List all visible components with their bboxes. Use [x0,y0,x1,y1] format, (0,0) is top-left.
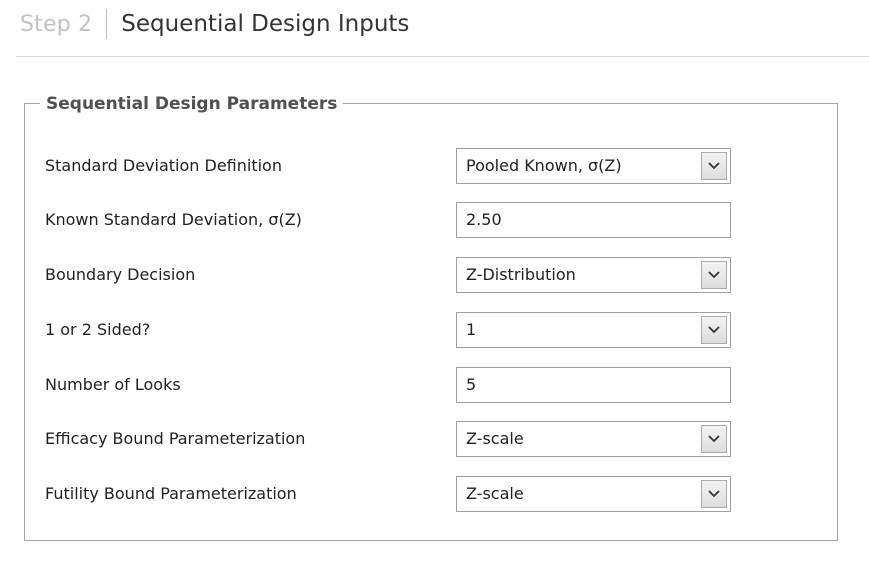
sides-dropdown[interactable]: 1 [456,312,731,348]
group-title: Sequential Design Parameters [40,93,344,115]
standard-deviation-definition-value: Pooled Known, σ(Z) [466,156,622,175]
boundary-decision-value: Z-Distribution [466,265,576,284]
boundary-decision-dropdown[interactable]: Z-Distribution [456,257,731,293]
step-indicator: Step 2 [20,11,93,37]
row-known-standard-deviation: Known Standard Deviation, σ(Z) 2.50 [45,202,735,238]
row-futility-bound-parameterization: Futility Bound Parameterization Z-scale [45,476,735,512]
row-number-of-looks: Number of Looks 5 [45,367,735,403]
efficacy-bound-parameterization-value: Z-scale [466,429,524,448]
row-boundary-decision: Boundary Decision Z-Distribution [45,257,735,293]
chevron-down-icon[interactable] [701,152,727,180]
chevron-down-icon[interactable] [701,316,727,344]
number-of-looks-label: Number of Looks [45,375,181,394]
standard-deviation-definition-dropdown[interactable]: Pooled Known, σ(Z) [456,148,731,184]
row-efficacy-bound-parameterization: Efficacy Bound Parameterization Z-scale [45,421,735,457]
row-sides: 1 or 2 Sided? 1 [45,312,735,348]
efficacy-bound-parameterization-label: Efficacy Bound Parameterization [45,429,306,448]
row-standard-deviation-definition: Standard Deviation Definition Pooled Kno… [45,148,735,184]
efficacy-bound-parameterization-dropdown[interactable]: Z-scale [456,421,731,457]
number-of-looks-value: 5 [466,375,477,394]
standard-deviation-definition-label: Standard Deviation Definition [45,156,282,175]
chevron-down-icon[interactable] [701,261,727,289]
header-divider [106,9,108,39]
page-header: Step 2 Sequential Design Inputs [20,6,409,42]
futility-bound-parameterization-label: Futility Bound Parameterization [45,484,297,503]
boundary-decision-label: Boundary Decision [45,265,196,284]
futility-bound-parameterization-value: Z-scale [466,484,524,503]
sides-value: 1 [466,320,477,339]
header-rule [16,56,869,57]
number-of-looks-input[interactable]: 5 [456,367,731,403]
chevron-down-icon[interactable] [701,480,727,508]
page-title: Sequential Design Inputs [121,11,410,37]
known-standard-deviation-label: Known Standard Deviation, σ(Z) [45,210,302,229]
known-standard-deviation-input[interactable]: 2.50 [456,202,731,238]
known-standard-deviation-value: 2.50 [466,210,502,229]
sides-label: 1 or 2 Sided? [45,320,151,339]
futility-bound-parameterization-dropdown[interactable]: Z-scale [456,476,731,512]
chevron-down-icon[interactable] [701,425,727,453]
